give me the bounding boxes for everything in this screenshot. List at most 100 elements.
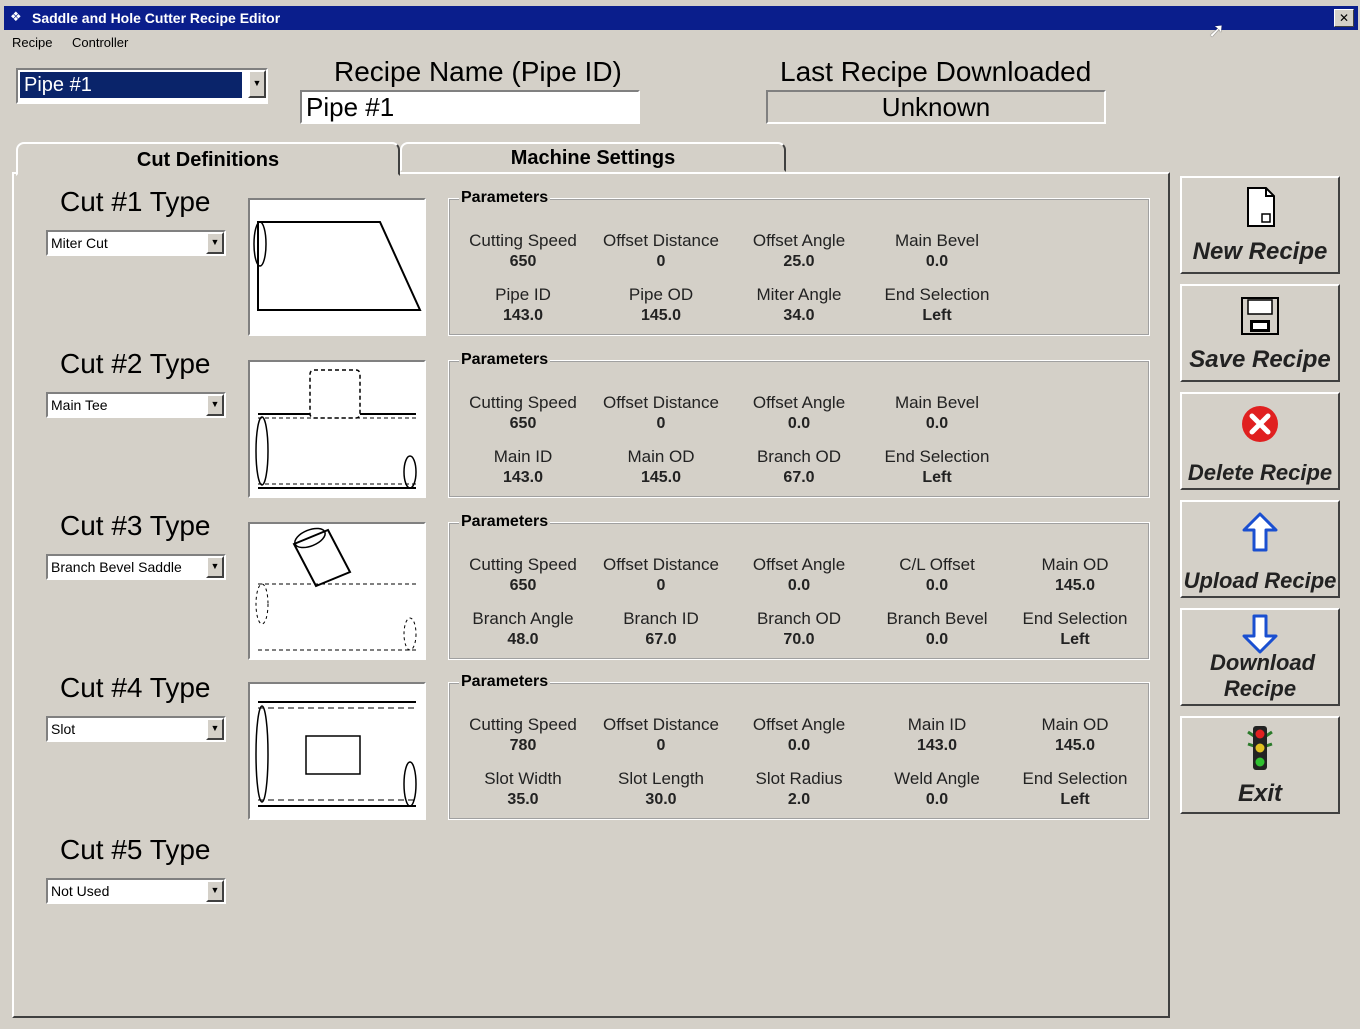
cut-1-type-label: Cut #1 Type (60, 186, 211, 217)
pipe-selector-dropdown[interactable]: Pipe #1 ▼ (16, 68, 268, 104)
cut-3-type-value: Branch Bevel Saddle (51, 559, 182, 575)
cut-3-parameters-title: Parameters (459, 513, 551, 531)
recipe-editor-window: ❖ Saddle and Hole Cutter Recipe Editor ✕… (0, 0, 1360, 1029)
param-offset-distance: Offset Distance 0 (603, 715, 719, 754)
param-end-selection: End Selection Left (1022, 609, 1128, 648)
cut-5-type-value: Not Used (51, 883, 110, 899)
save-recipe-label: Save Recipe (1189, 346, 1331, 373)
param-offset-angle: Offset Angle 0.0 (752, 555, 846, 594)
param-offset-angle: Offset Angle 0.0 (752, 715, 846, 754)
last-downloaded-value: Unknown (766, 90, 1106, 124)
new-document-icon (1182, 186, 1338, 230)
param-cutting-speed: Cutting Speed 650 (469, 231, 577, 270)
param-pipe-od: Pipe OD 145.0 (628, 285, 694, 324)
app-icon: ❖ (10, 9, 22, 24)
menu-recipe[interactable]: Recipe (12, 35, 52, 50)
param-main-bevel: Main Bevel 0.0 (894, 393, 980, 432)
new-recipe-button[interactable]: New Recipe (1180, 176, 1340, 274)
exit-label: Exit (1237, 780, 1282, 807)
param-end-selection: End Selection Left (884, 447, 990, 486)
param-branch-angle: Branch Angle 48.0 (472, 609, 574, 648)
param-weld-angle: Weld Angle 0.0 (894, 769, 980, 808)
cut-3-parameters: Parameters Cutting Speed 650 Offset Dista… (448, 513, 1150, 660)
param-end-selection: End Selection Left (884, 285, 990, 324)
param-offset-angle: Offset Angle 25.0 (752, 231, 846, 270)
param-offset-distance: Offset Distance 0 (603, 231, 719, 270)
cut-1-parameters-title: Parameters (459, 189, 551, 207)
cut-4-type-dropdown[interactable]: Slot ▼ (46, 716, 226, 742)
delete-recipe-button[interactable]: Delete Recipe (1180, 392, 1340, 490)
cut-1-type-value: Miter Cut (51, 235, 108, 251)
param-main-id: Main ID 143.0 (907, 715, 967, 754)
branch-bevel-saddle-diagram (248, 522, 426, 660)
param-main-od: Main OD 145.0 (627, 447, 695, 486)
floppy-disk-icon (1182, 294, 1338, 338)
cut-1-type-dropdown[interactable]: Miter Cut ▼ (46, 230, 226, 256)
param-pipe-id: Pipe ID 143.0 (495, 285, 551, 324)
param-main-id: Main ID 143.0 (493, 447, 553, 486)
arrow-up-icon (1182, 510, 1338, 554)
close-button[interactable]: ✕ (1334, 9, 1354, 27)
param-offset-angle: Offset Angle 0.0 (752, 393, 846, 432)
mouse-cursor-icon: ➚ (1208, 20, 1225, 42)
param-branch-od: Branch OD 67.0 (756, 447, 842, 486)
param-main-od: Main OD 145.0 (1041, 715, 1109, 754)
param-branch-od: Branch OD 70.0 (756, 609, 842, 648)
cut-2-parameters-title: Parameters (459, 351, 551, 369)
cut-2-parameters: Parameters Cutting Speed 650 Offset Dista… (448, 351, 1150, 498)
param-cutting-speed: Cutting Speed 780 (469, 715, 577, 754)
param-cl-offset: C/L Offset 0.0 (899, 555, 975, 594)
chevron-down-icon[interactable]: ▼ (248, 70, 266, 98)
recipe-name-label: Recipe Name (Pipe ID) (334, 56, 622, 87)
upload-recipe-label: Upload Recipe (1183, 568, 1337, 593)
cut-3-type-label: Cut #3 Type (60, 510, 211, 541)
upload-recipe-button[interactable]: Upload Recipe (1180, 500, 1340, 598)
cut-4-type-label: Cut #4 Type (60, 672, 211, 703)
menu-controller[interactable]: Controller (72, 35, 128, 50)
param-offset-distance: Offset Distance 0 (603, 555, 719, 594)
download-recipe-button[interactable]: Download Recipe (1180, 608, 1340, 706)
traffic-light-icon (1182, 726, 1338, 770)
new-recipe-label: New Recipe (1192, 238, 1328, 265)
cut-4-parameters: Parameters Cutting Speed 780 Offset Dista… (448, 673, 1150, 820)
param-branch-id: Branch ID 67.0 (623, 609, 699, 648)
cut-5-type-dropdown[interactable]: Not Used ▼ (46, 878, 226, 904)
param-main-bevel: Main Bevel 0.0 (894, 231, 980, 270)
param-cutting-speed: Cutting Speed 650 (469, 393, 577, 432)
param-offset-distance: Offset Distance 0 (603, 393, 719, 432)
download-recipe-label: Download Recipe (1210, 650, 1316, 701)
cut-2-type-value: Main Tee (51, 397, 108, 413)
pipe-selector-value: Pipe #1 (20, 72, 242, 98)
param-miter-angle: Miter Angle 34.0 (756, 285, 842, 324)
cut-2-type-label: Cut #2 Type (60, 348, 211, 379)
miter-cut-diagram (248, 198, 426, 336)
param-end-selection: End Selection Left (1022, 769, 1128, 808)
exit-button[interactable]: Exit (1180, 716, 1340, 814)
param-cutting-speed: Cutting Speed 650 (469, 555, 577, 594)
save-recipe-button[interactable]: Save Recipe (1180, 284, 1340, 382)
slot-diagram (248, 682, 426, 820)
chevron-down-icon[interactable]: ▼ (206, 556, 224, 578)
chevron-down-icon[interactable]: ▼ (206, 718, 224, 740)
delete-x-icon (1182, 402, 1338, 446)
param-main-od: Main OD 145.0 (1041, 555, 1109, 594)
cut-4-parameters-title: Parameters (459, 673, 551, 691)
param-slot-length: Slot Length 30.0 (617, 769, 704, 808)
param-slot-width: Slot Width 35.0 (484, 769, 562, 808)
tab-machine-settings[interactable]: Machine Settings (400, 142, 786, 172)
cut-3-type-dropdown[interactable]: Branch Bevel Saddle ▼ (46, 554, 226, 580)
main-tee-diagram (248, 360, 426, 498)
last-downloaded-label: Last Recipe Downloaded (780, 56, 1092, 87)
param-branch-bevel: Branch Bevel 0.0 (886, 609, 988, 648)
param-slot-radius: Slot Radius 2.0 (755, 769, 843, 808)
title-bar: ❖ Saddle and Hole Cutter Recipe Editor ✕ (4, 6, 1358, 30)
cut-4-type-value: Slot (51, 721, 76, 737)
window-title: Saddle and Hole Cutter Recipe Editor (32, 10, 281, 26)
recipe-name-input[interactable]: Pipe #1 (300, 90, 640, 124)
chevron-down-icon[interactable]: ▼ (206, 880, 224, 902)
chevron-down-icon[interactable]: ▼ (206, 232, 224, 254)
cut-2-type-dropdown[interactable]: Main Tee ▼ (46, 392, 226, 418)
cut-5-type-label: Cut #5 Type (60, 834, 211, 865)
tab-cut-definitions[interactable]: Cut Definitions (16, 142, 400, 176)
chevron-down-icon[interactable]: ▼ (206, 394, 224, 416)
